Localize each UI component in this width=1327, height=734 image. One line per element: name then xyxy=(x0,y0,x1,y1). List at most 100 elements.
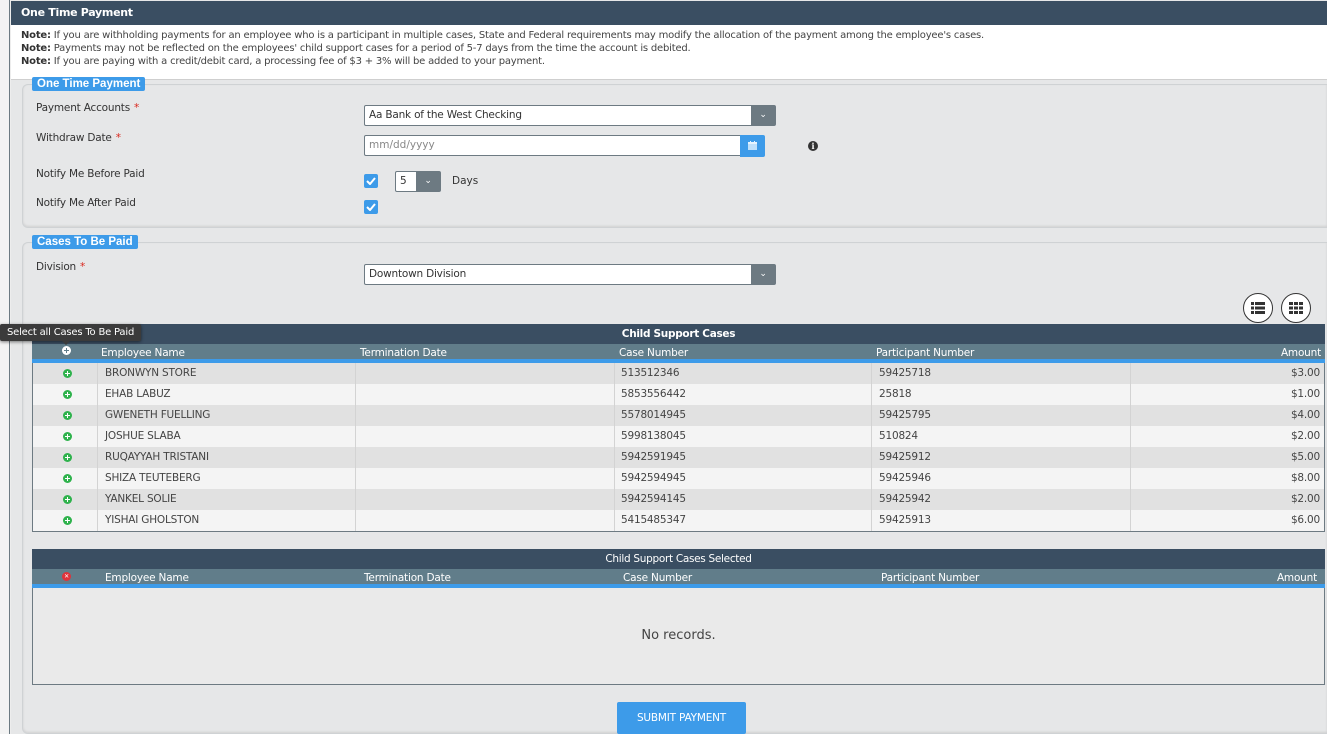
selected-grid: Child Support Cases Selected ✕ Employee … xyxy=(32,549,1325,685)
cases-legend: Cases To Be Paid xyxy=(32,235,138,249)
cell-employee-name: JOSHUE SLABA xyxy=(105,430,181,442)
column-divider xyxy=(871,510,872,531)
cell-amount: $2.00 xyxy=(1290,430,1320,442)
submit-payment-button[interactable]: SUBMIT PAYMENT xyxy=(617,702,746,734)
selected-grid-title: Child Support Cases Selected xyxy=(32,549,1325,569)
column-termination-date[interactable]: Termination Date xyxy=(360,344,447,363)
column-divider xyxy=(97,405,98,426)
table-row[interactable]: SHIZA TEUTEBERG 5942594945 59425946 $8.00 xyxy=(33,468,1324,489)
column-divider xyxy=(97,468,98,489)
add-case-icon[interactable] xyxy=(63,369,72,378)
add-case-icon[interactable] xyxy=(63,495,72,504)
add-case-icon[interactable] xyxy=(63,411,72,420)
add-case-icon[interactable] xyxy=(63,432,72,441)
notify-after-checkbox[interactable] xyxy=(364,200,378,214)
table-row[interactable]: YANKEL SOLIE 5942594145 59425942 $2.00 xyxy=(33,489,1324,510)
table-row[interactable]: RUQAYYAH TRISTANI 5942591945 59425912 $5.00 xyxy=(33,447,1324,468)
cell-case-number: 5578014945 xyxy=(621,409,686,421)
chevron-down-icon[interactable]: ⌄ xyxy=(751,265,775,284)
cell-amount: $3.00 xyxy=(1290,367,1320,379)
cell-case-number: 5942594145 xyxy=(621,493,686,505)
info-icon[interactable]: i xyxy=(808,141,818,151)
cell-amount: $8.00 xyxy=(1290,472,1320,484)
table-row[interactable]: JOSHUE SLABA 5998138045 510824 $2.00 xyxy=(33,426,1324,447)
notify-before-checkbox[interactable] xyxy=(364,174,378,188)
column-termination-date[interactable]: Termination Date xyxy=(364,569,451,588)
table-row[interactable]: BRONWYN STORE 513512346 59425718 $3.00 xyxy=(33,363,1324,384)
chevron-down-icon[interactable]: ⌄ xyxy=(416,172,440,191)
cell-participant-number: 59425718 xyxy=(879,367,931,379)
column-divider xyxy=(614,447,615,468)
notify-after-label: Notify Me After Paid xyxy=(36,197,136,209)
note-1: Note: If you are withholding payments fo… xyxy=(21,30,985,41)
column-case-number[interactable]: Case Number xyxy=(619,344,688,363)
column-divider xyxy=(871,363,872,384)
notify-days-select[interactable]: 5 ⌄ xyxy=(395,171,441,192)
cell-case-number: 5942591945 xyxy=(621,451,686,463)
cell-participant-number: 25818 xyxy=(879,388,912,400)
cell-case-number: 5998138045 xyxy=(621,430,686,442)
column-divider xyxy=(97,510,98,531)
column-participant-number[interactable]: Participant Number xyxy=(876,344,974,363)
column-divider xyxy=(871,447,872,468)
column-amount[interactable]: Amount xyxy=(1281,344,1321,363)
add-case-icon[interactable] xyxy=(63,474,72,483)
column-case-number[interactable]: Case Number xyxy=(623,569,692,588)
cell-participant-number: 59425946 xyxy=(879,472,931,484)
grid-view-button[interactable] xyxy=(1281,293,1311,323)
cell-amount: $6.00 xyxy=(1290,514,1320,526)
checkmark-icon xyxy=(366,177,376,185)
days-label: Days xyxy=(452,175,479,187)
no-records-message: No records. xyxy=(32,588,1325,685)
cell-employee-name: YISHAI GHOLSTON xyxy=(105,514,200,526)
grid-icon xyxy=(1289,302,1303,314)
cell-case-number: 5942594945 xyxy=(621,472,686,484)
cell-participant-number: 59425795 xyxy=(879,409,931,421)
list-icon xyxy=(1251,302,1265,314)
table-row[interactable]: EHAB LABUZ 5853556442 25818 $1.00 xyxy=(33,384,1324,405)
column-divider xyxy=(1130,489,1131,510)
chevron-down-icon[interactable]: ⌄ xyxy=(751,106,775,125)
remove-all-icon[interactable]: ✕ xyxy=(62,572,71,581)
cases-grid-header: Employee Name Termination Date Case Numb… xyxy=(32,344,1325,363)
column-divider xyxy=(871,426,872,447)
column-divider xyxy=(1130,426,1131,447)
column-divider xyxy=(97,363,98,384)
checkmark-icon xyxy=(366,203,376,211)
cell-amount: $5.00 xyxy=(1290,451,1320,463)
table-row[interactable]: YISHAI GHOLSTON 5415485347 59425913 $6.00 xyxy=(33,510,1324,531)
withdraw-date-input[interactable]: mm/dd/yyyy xyxy=(364,135,742,156)
list-view-button[interactable] xyxy=(1243,293,1273,323)
selected-grid-header: ✕ Employee Name Termination Date Case Nu… xyxy=(32,569,1325,588)
calendar-button[interactable] xyxy=(740,135,765,157)
column-employee-name[interactable]: Employee Name xyxy=(105,569,189,588)
add-case-icon[interactable] xyxy=(63,516,72,525)
notes-section: Note: If you are withholding payments fo… xyxy=(11,25,1327,80)
column-divider xyxy=(355,363,356,384)
cell-amount: $4.00 xyxy=(1290,409,1320,421)
payment-legend: One Time Payment xyxy=(32,77,146,91)
division-select[interactable]: Downtown Division ⌄ xyxy=(364,264,776,285)
payment-accounts-select[interactable]: Aa Bank of the West Checking ⌄ xyxy=(364,105,776,126)
column-divider xyxy=(614,426,615,447)
cases-grid: Child Support Cases Employee Name Termin… xyxy=(32,324,1325,532)
column-divider xyxy=(355,426,356,447)
column-divider xyxy=(97,489,98,510)
withdraw-date-label: Withdraw Date * xyxy=(36,132,121,144)
add-case-icon[interactable] xyxy=(63,390,72,399)
column-divider xyxy=(614,510,615,531)
column-participant-number[interactable]: Participant Number xyxy=(881,569,979,588)
cell-case-number: 5415485347 xyxy=(621,514,686,526)
column-divider xyxy=(1130,384,1131,405)
column-divider xyxy=(355,510,356,531)
column-amount[interactable]: Amount xyxy=(1277,569,1317,588)
column-divider xyxy=(1130,468,1131,489)
table-row[interactable]: GWENETH FUELLING 5578014945 59425795 $4.00 xyxy=(33,405,1324,426)
column-divider xyxy=(97,447,98,468)
column-divider xyxy=(614,405,615,426)
add-case-icon[interactable] xyxy=(63,453,72,462)
notify-before-label: Notify Me Before Paid xyxy=(36,168,145,180)
column-employee-name[interactable]: Employee Name xyxy=(101,344,185,363)
division-label: Division * xyxy=(36,261,86,273)
cell-employee-name: SHIZA TEUTEBERG xyxy=(105,472,201,484)
